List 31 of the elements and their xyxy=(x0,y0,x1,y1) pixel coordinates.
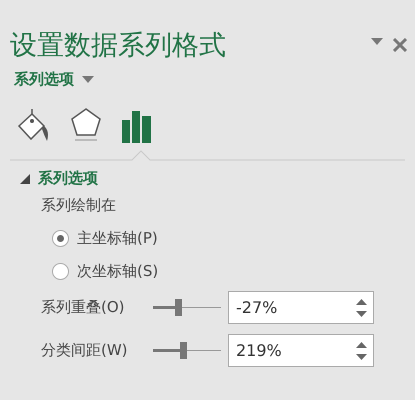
plot-on-label: 系列绘制在 xyxy=(41,196,117,215)
slider-label: 分类间距(W) xyxy=(41,341,129,360)
pane-title: 设置数据系列格式 xyxy=(10,29,227,63)
bar-chart-icon xyxy=(122,111,152,143)
slider-thumb[interactable] xyxy=(175,299,182,316)
category-tab[interactable] xyxy=(70,107,102,143)
down-arrow-icon xyxy=(356,310,367,316)
slider-thumb[interactable] xyxy=(180,342,187,359)
expand-triangle-icon xyxy=(20,174,30,184)
up-arrow-icon xyxy=(356,298,367,304)
paint-bucket-icon xyxy=(16,109,50,143)
radio-button[interactable] xyxy=(52,230,69,247)
down-arrow-icon xyxy=(356,354,367,360)
slider-label: 系列重叠(O) xyxy=(41,298,126,317)
caret-icon xyxy=(371,38,383,45)
radio-label: 主坐标轴(P) xyxy=(77,229,158,248)
radio-label: 次坐标轴(S) xyxy=(77,262,158,281)
section-title: 系列选项 xyxy=(38,169,98,188)
pentagon-icon xyxy=(70,107,102,143)
category-tab[interactable] xyxy=(16,109,50,143)
spin-field[interactable]: -27% xyxy=(228,291,374,324)
caret-icon xyxy=(82,76,94,83)
options-dropdown[interactable]: 系列选项 xyxy=(14,70,94,89)
up-arrow-icon xyxy=(356,342,367,348)
close-icon xyxy=(393,38,407,52)
pane-options-button[interactable] xyxy=(371,38,383,45)
close-button[interactable] xyxy=(393,38,407,52)
radio-button[interactable] xyxy=(52,263,69,280)
category-tab[interactable] xyxy=(122,111,152,143)
spin-field[interactable]: 219% xyxy=(228,334,374,367)
section-header[interactable]: 系列选项 xyxy=(20,169,98,188)
